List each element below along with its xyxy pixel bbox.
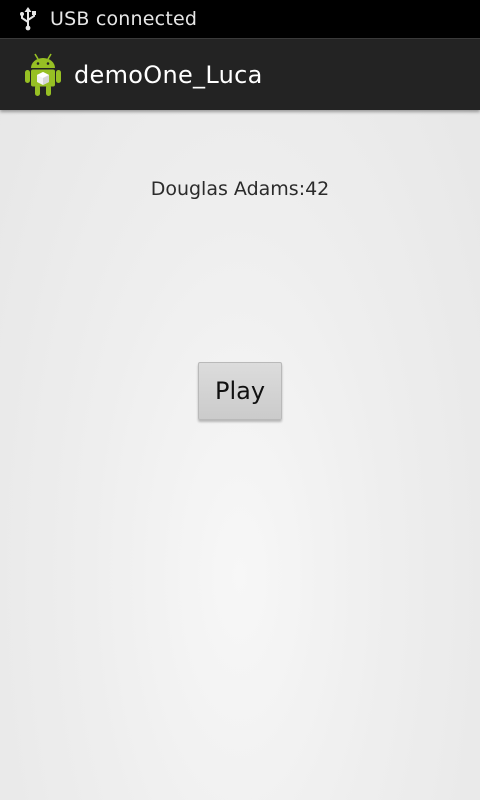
app-title: demoOne_Luca xyxy=(74,60,263,89)
status-text: USB connected xyxy=(50,8,198,30)
android-app-icon[interactable] xyxy=(22,52,64,98)
app-screen: USB connected demoOne_Luca Douglas Adams… xyxy=(0,0,480,800)
usb-icon xyxy=(16,6,40,32)
status-bar: USB connected xyxy=(0,0,480,38)
action-bar: demoOne_Luca xyxy=(0,38,480,110)
play-button[interactable]: Play xyxy=(198,362,282,420)
quote-text: Douglas Adams:42 xyxy=(150,178,330,200)
